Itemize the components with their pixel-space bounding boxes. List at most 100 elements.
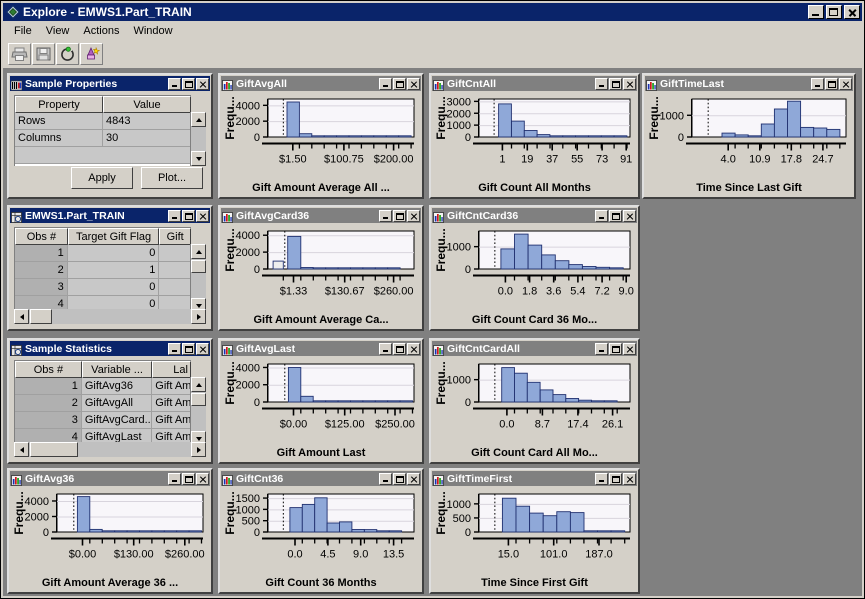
column-header-target-gift-flag[interactable]: Target Gift Flag xyxy=(67,228,160,245)
minimize-icon[interactable] xyxy=(379,472,392,485)
data-table-title-bar[interactable]: EMWS1.Part_TRAIN xyxy=(10,208,210,223)
table-row[interactable]: 1 GiftAvg36 Gift Am xyxy=(15,378,191,395)
scroll-up-icon[interactable] xyxy=(191,112,206,127)
minimize-icon[interactable] xyxy=(595,342,608,355)
minimize-icon[interactable] xyxy=(379,77,392,90)
scroll-thumb[interactable] xyxy=(30,442,78,457)
statistics-vertical-scrollbar[interactable] xyxy=(190,377,206,446)
maximize-icon[interactable] xyxy=(182,472,195,485)
close-icon[interactable] xyxy=(839,77,852,90)
close-icon[interactable] xyxy=(196,342,209,355)
chart-window-giftcnt36[interactable]: GiftCnt36 0 500 1000 1500 0.0 4.5 9.0 13.5 Frequ.… xyxy=(218,468,424,594)
chart-title-bar[interactable]: GiftCntCardAll xyxy=(432,341,637,356)
minimize-icon[interactable] xyxy=(595,209,608,222)
maximize-icon[interactable] xyxy=(609,342,622,355)
close-icon[interactable] xyxy=(623,342,636,355)
maximize-icon[interactable] xyxy=(609,472,622,485)
save-icon[interactable] xyxy=(32,43,55,65)
chart-window-giftavg36[interactable]: GiftAvg36 0 2000 4000 $0.00 $130.00 $260.00 Fre… xyxy=(7,468,213,594)
chart-title-bar[interactable]: GiftAvgCard36 xyxy=(221,208,421,223)
scroll-left-icon[interactable] xyxy=(14,442,29,457)
column-header-label[interactable]: Lal xyxy=(152,361,191,378)
sample-statistics-window[interactable]: Sample Statistics Obs # Variable ... Lal xyxy=(7,338,213,464)
sample-properties-title-bar[interactable]: Sample Properties xyxy=(10,76,210,91)
table-row[interactable]: 2 GiftAvgAll Gift Am xyxy=(15,395,191,412)
chart-window-giftcntcard36[interactable]: GiftCntCard36 0 1000 0.0 1.8 3.6 5.4 7.2 9.0 Freq… xyxy=(429,205,640,331)
minimize-icon[interactable] xyxy=(595,472,608,485)
minimize-icon[interactable] xyxy=(168,209,181,222)
menu-item-actions[interactable]: Actions xyxy=(76,24,126,38)
close-icon[interactable] xyxy=(407,209,420,222)
chart-window-gifttimelast[interactable]: GiftTimeLast 0 1000 4.0 10.9 17.8 24.7 Frequ...… xyxy=(642,73,856,199)
maximize-icon[interactable] xyxy=(393,209,406,222)
data-table-window[interactable]: EMWS1.Part_TRAIN Obs # Target Gift Flag … xyxy=(7,205,213,331)
data-vertical-scrollbar[interactable] xyxy=(190,244,206,313)
sample-statistics-title-bar[interactable]: Sample Statistics xyxy=(10,341,210,356)
close-icon[interactable] xyxy=(196,209,209,222)
chart-title-bar[interactable]: GiftCnt36 xyxy=(221,471,421,486)
table-row[interactable]: 1 0 xyxy=(15,245,191,262)
refresh-icon[interactable] xyxy=(56,43,79,65)
scroll-right-icon[interactable] xyxy=(191,442,206,457)
close-icon[interactable] xyxy=(407,77,420,90)
scroll-up-icon[interactable] xyxy=(191,377,206,392)
column-header-obs[interactable]: Obs # xyxy=(15,361,82,378)
statistics-horizontal-scrollbar[interactable] xyxy=(14,442,206,457)
scroll-thumb[interactable] xyxy=(30,309,52,324)
close-icon[interactable] xyxy=(407,472,420,485)
chart-window-giftavglast[interactable]: GiftAvgLast 0 2000 4000 $0.00 $125.00 $250.00 F… xyxy=(218,338,424,464)
menu-item-view[interactable]: View xyxy=(39,24,77,38)
maximize-icon[interactable] xyxy=(393,472,406,485)
maximize-icon[interactable] xyxy=(393,342,406,355)
chart-title-bar[interactable]: GiftCntCard36 xyxy=(432,208,637,223)
column-header-property[interactable]: Property xyxy=(15,96,103,113)
scroll-right-icon[interactable] xyxy=(191,309,206,324)
chart-window-giftcntcardall[interactable]: GiftCntCardAll 0 1000 0.0 8.7 17.4 26.1 Frequ..… xyxy=(429,338,640,464)
chart-title-bar[interactable]: GiftAvgAll xyxy=(221,76,421,91)
chart-title-bar[interactable]: GiftCntAll xyxy=(432,76,637,91)
maximize-icon[interactable] xyxy=(609,77,622,90)
maximize-icon[interactable] xyxy=(609,209,622,222)
maximize-icon[interactable] xyxy=(825,77,838,90)
scroll-left-icon[interactable] xyxy=(14,309,29,324)
minimize-icon[interactable] xyxy=(811,77,824,90)
minimize-icon[interactable] xyxy=(168,342,181,355)
chart-title-bar[interactable]: GiftTimeLast xyxy=(645,76,853,91)
close-icon[interactable] xyxy=(623,472,636,485)
plot-button[interactable]: Plot... xyxy=(141,167,203,189)
table-row[interactable]: Columns 30 xyxy=(15,130,191,147)
scroll-thumb[interactable] xyxy=(191,260,206,273)
minimize-button[interactable] xyxy=(808,5,824,19)
menu-item-file[interactable]: File xyxy=(7,24,39,38)
scroll-thumb[interactable] xyxy=(191,393,206,406)
minimize-icon[interactable] xyxy=(168,77,181,90)
close-button[interactable] xyxy=(844,5,860,19)
chart-window-giftcntall[interactable]: GiftCntAll 0 1000 2000 3000 1 19 37 55 73 91 Frequ.… xyxy=(429,73,640,199)
scroll-down-icon[interactable] xyxy=(191,151,206,166)
column-header-gift[interactable]: Gift xyxy=(159,228,191,245)
minimize-icon[interactable] xyxy=(168,472,181,485)
data-horizontal-scrollbar[interactable] xyxy=(14,309,206,324)
close-icon[interactable] xyxy=(196,77,209,90)
maximize-icon[interactable] xyxy=(182,342,195,355)
properties-vertical-scrollbar[interactable] xyxy=(190,112,206,166)
minimize-icon[interactable] xyxy=(595,77,608,90)
menu-item-window[interactable]: Window xyxy=(126,24,179,38)
maximize-button[interactable] xyxy=(826,5,842,19)
table-row[interactable]: Rows 4843 xyxy=(15,113,191,130)
maximize-icon[interactable] xyxy=(393,77,406,90)
apply-button[interactable]: Apply xyxy=(71,167,133,189)
maximize-icon[interactable] xyxy=(182,77,195,90)
close-icon[interactable] xyxy=(196,472,209,485)
chart-title-bar[interactable]: GiftTimeFirst xyxy=(432,471,637,486)
close-icon[interactable] xyxy=(407,342,420,355)
column-header-variable[interactable]: Variable ... xyxy=(81,361,153,378)
column-header-obs[interactable]: Obs # xyxy=(15,228,68,245)
close-icon[interactable] xyxy=(623,77,636,90)
minimize-icon[interactable] xyxy=(379,342,392,355)
table-row[interactable]: 3 0 xyxy=(15,279,191,296)
table-row[interactable]: 2 1 xyxy=(15,262,191,279)
sample-properties-window[interactable]: Sample Properties Property Value Rows 48… xyxy=(7,73,213,199)
chart-title-bar[interactable]: GiftAvg36 xyxy=(10,471,210,486)
chart-title-bar[interactable]: GiftAvgLast xyxy=(221,341,421,356)
